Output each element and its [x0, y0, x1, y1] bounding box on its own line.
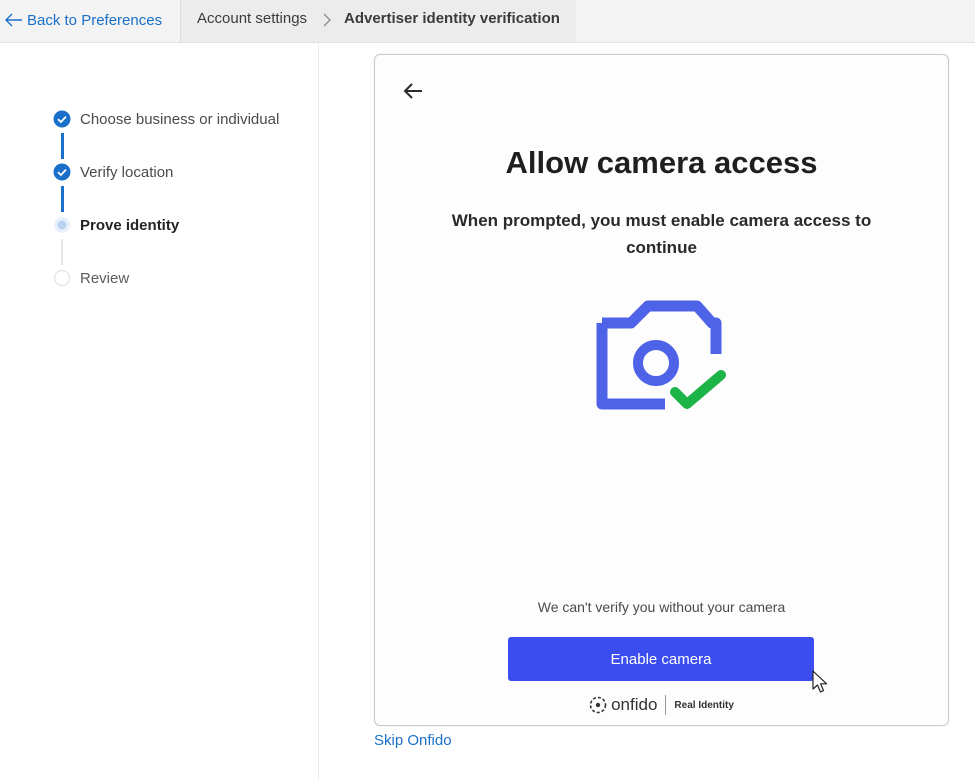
chevron-right-icon — [323, 13, 331, 27]
step-label: Choose business or individual — [80, 110, 280, 128]
mouse-cursor-icon — [812, 670, 828, 693]
powered-by-onfido: onfido Real Identity — [375, 695, 948, 715]
onfido-tagline: Real Identity — [674, 699, 734, 711]
onfido-logo-icon — [589, 696, 607, 714]
arrow-left-icon — [5, 13, 22, 27]
camera-required-note: We can't verify you without your camera — [537, 599, 786, 615]
onfido-logo: onfido — [589, 695, 657, 715]
footer-divider — [665, 695, 667, 715]
step-label: Verify location — [80, 163, 174, 181]
step-connector — [61, 239, 63, 265]
step-label: Prove identity — [80, 216, 180, 234]
step-verify-location: Verify location — [52, 161, 173, 183]
empty-circle-icon — [52, 268, 72, 288]
check-circle-icon — [52, 162, 72, 182]
camera-check-icon — [596, 300, 726, 410]
check-circle-icon — [52, 109, 72, 129]
enable-camera-button[interactable]: Enable camera — [508, 637, 814, 681]
card-subtitle: When prompted, you must enable camera ac… — [451, 211, 872, 257]
onfido-brand-text: onfido — [611, 695, 658, 714]
breadcrumb-account-settings[interactable]: Account settings — [197, 10, 307, 27]
onfido-verification-card: Allow camera access When prompted, you m… — [374, 54, 949, 726]
top-breadcrumb-bar: Back to Preferences Account settings Adv… — [0, 0, 975, 43]
back-to-preferences-link[interactable]: Back to Preferences — [5, 10, 162, 30]
breadcrumb-current-page: Advertiser identity verification — [344, 10, 560, 27]
skip-onfido-link[interactable]: Skip Onfido — [374, 732, 452, 749]
back-arrow-icon[interactable] — [401, 79, 425, 103]
page-title: Allow camera access — [505, 145, 818, 180]
current-step-dot-icon — [52, 215, 72, 235]
back-to-preferences-label: Back to Preferences — [27, 11, 163, 29]
step-choose-business: Choose business or individual — [52, 108, 279, 130]
step-label: Review — [80, 269, 130, 287]
step-connector — [61, 133, 64, 159]
step-prove-identity: Prove identity — [52, 214, 179, 236]
step-connector — [61, 186, 64, 212]
step-review: Review — [52, 267, 129, 289]
sidebar-divider — [318, 43, 319, 781]
